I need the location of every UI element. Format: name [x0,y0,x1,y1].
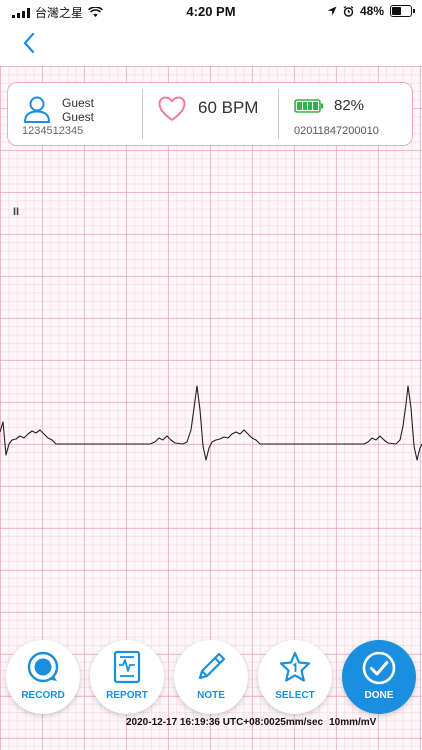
record-label: RECORD [21,690,65,701]
device-battery-icon [294,99,324,113]
gain-setting: 10mm/mV [329,717,377,728]
lead-indicator: II [13,206,20,218]
pencil-icon [198,652,226,680]
report-button[interactable]: REPORT [90,640,164,714]
user-name-line1: Guest [62,96,95,110]
battery-percent: 48% [359,4,384,18]
ecg-waveform [0,385,422,461]
info-card: Guest Guest 1234512345 60 BPM 82% 020118… [7,82,413,146]
note-label: NOTE [197,690,225,701]
ecg-screen: 台灣之星 4:20 PM 48% Guest Guest 1234512345 … [0,0,422,750]
record-icon [27,651,59,683]
heart-rate: 60 BPM [198,98,259,117]
done-button[interactable]: DONE [342,640,416,714]
location-icon [327,6,337,16]
record-button[interactable]: RECORD [6,640,80,714]
chevron-left-icon [23,32,35,54]
select-button[interactable]: SELECT [258,640,332,714]
paper-speed: 25mm/sec [274,717,324,728]
user-id: 1234512345 [22,125,84,137]
user-name: Guest Guest [62,96,94,124]
user-icon [24,96,50,123]
alarm-icon [343,5,354,17]
done-label: DONE [364,690,394,701]
recording-info: 2020-12-17 16:19:36 UTC+08:00 25mm/sec 1… [126,717,376,728]
user-name-line2: Guest [62,110,95,124]
top-bar: 台灣之星 4:20 PM 48% [0,0,422,66]
star-icon [279,651,311,682]
divider [142,89,143,139]
recording-timestamp: 2020-12-17 16:19:36 UTC+08:00 [126,717,275,728]
back-button[interactable] [16,30,42,56]
status-right: 48% [327,4,415,18]
ecg-trace [0,385,422,461]
note-button[interactable]: NOTE [174,640,248,714]
heart-icon [158,96,186,121]
battery-icon [390,5,415,17]
check-circle-icon [362,651,396,685]
device-battery-percent: 82% [334,97,365,114]
device-id: 02011847200010 [294,125,379,137]
select-label: SELECT [275,690,315,701]
report-icon [113,650,141,684]
divider [278,89,279,139]
status-bar: 台灣之星 4:20 PM 48% [0,0,422,22]
report-label: REPORT [106,690,148,701]
